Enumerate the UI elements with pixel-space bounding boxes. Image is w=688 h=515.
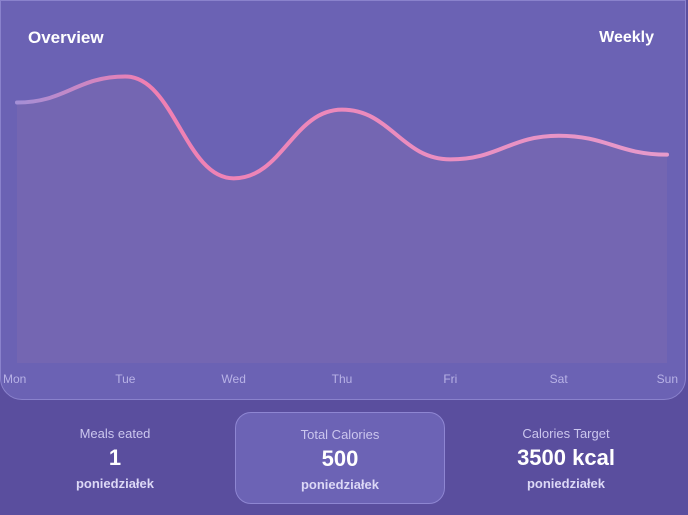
period-selector-button[interactable]: Weekly <box>599 29 654 47</box>
stat-day: poniedziałek <box>526 476 606 491</box>
x-tick-label: Sat <box>550 372 569 386</box>
stat-label: Total Calories <box>300 427 380 442</box>
overview-chart: Mon Tue Wed Thu Fri Sat Sun <box>3 74 678 386</box>
stat-label: Calories Target <box>522 426 610 441</box>
app-root: Mon Tue Wed Thu Fri Sat Sun Overview Weekly Me… <box>0 0 688 515</box>
stat-value: 3500 kcal <box>517 445 615 470</box>
stat-value: 1 <box>108 445 122 470</box>
card-title: Overview <box>28 28 104 47</box>
x-tick-label: Wed <box>221 372 245 386</box>
x-tick-label: Sun <box>657 372 678 386</box>
stat-day: poniedziałek <box>300 477 380 492</box>
stat-label: Meals eated <box>79 426 151 441</box>
x-tick-label: Thu <box>332 372 353 386</box>
x-tick-label: Mon <box>3 372 26 386</box>
x-axis-ticks: Mon Tue Wed Thu Fri Sat Sun <box>3 372 678 386</box>
stats-row: Meals eated 1 poniedziałek Total Calorie… <box>0 401 688 515</box>
stat-calories-target: Calories Target 3500 kcal poniedziałek <box>461 412 671 504</box>
x-tick-label: Tue <box>115 372 136 386</box>
stat-value: 500 <box>321 446 359 471</box>
x-tick-label: Fri <box>443 372 457 386</box>
stat-meals-eated: Meals eated 1 poniedziałek <box>10 412 220 504</box>
stat-total-calories[interactable]: Total Calories 500 poniedziałek <box>235 412 445 504</box>
stat-day: poniedziałek <box>75 476 155 491</box>
overview-chart-card: Mon Tue Wed Thu Fri Sat Sun Overview Weekly <box>0 0 686 400</box>
series-area-fill <box>17 76 667 363</box>
